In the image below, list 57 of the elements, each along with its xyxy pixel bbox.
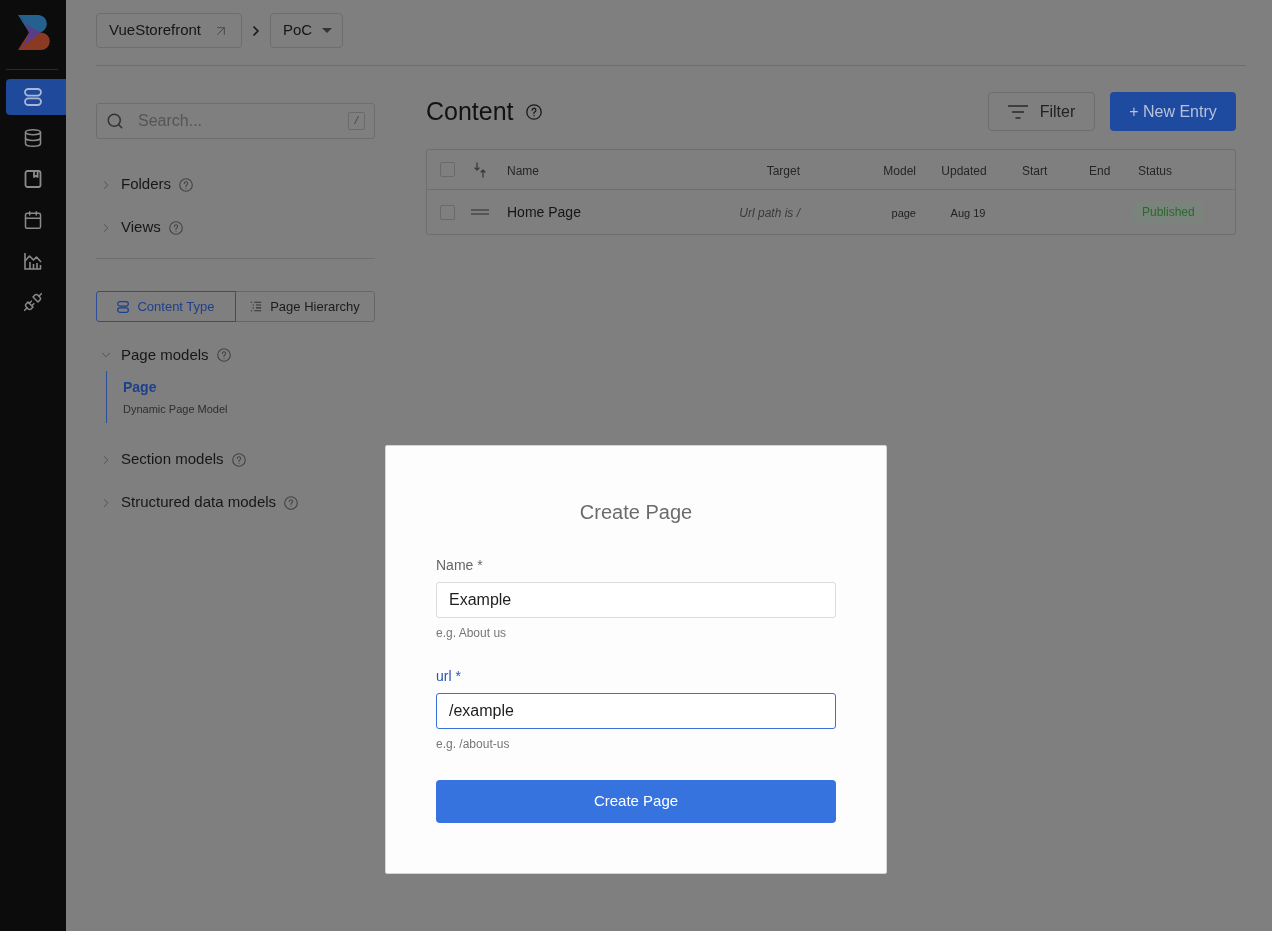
field-hint: e.g. /about-us — [436, 736, 511, 752]
create-page-button[interactable]: Create Page — [436, 780, 836, 823]
project-dropdown[interactable]: PoC — [270, 13, 344, 48]
stack-icon — [24, 88, 42, 106]
field-label: Name * — [436, 556, 484, 575]
field-hint: e.g. About us — [436, 625, 508, 641]
status-badge: Published — [1133, 201, 1204, 223]
view-toggle-tab[interactable]: Content Type — [96, 291, 236, 322]
logo-icon — [17, 15, 50, 50]
database-icon — [23, 128, 43, 148]
table-cell: Url path is / — [739, 206, 800, 220]
column-header[interactable]: Updated — [941, 163, 987, 178]
page-title: Content — [426, 95, 514, 127]
book-icon — [24, 170, 42, 188]
table-cell: Aug 19 — [950, 207, 986, 219]
column-header[interactable]: End — [1089, 163, 1111, 178]
stack-icon — [117, 300, 130, 313]
shortcut-key: / — [348, 112, 365, 130]
model-group-toggle[interactable]: Page models — [96, 343, 209, 367]
list-icon — [250, 301, 263, 312]
column-header[interactable]: Name — [507, 163, 539, 178]
model-name: Page — [123, 378, 158, 396]
help-icon — [179, 177, 194, 192]
model-group-toggle[interactable]: Structured data models — [96, 491, 277, 514]
drag-handle-icon[interactable] — [471, 209, 489, 215]
help-icon — [284, 495, 299, 510]
new-entry-button[interactable]: + New Entry — [1110, 92, 1236, 131]
section-toggle[interactable]: Folders — [96, 173, 172, 196]
breadcrumb-link[interactable]: VueStorefront — [96, 13, 242, 48]
help-icon — [216, 348, 231, 362]
filter-button[interactable]: Filter — [988, 92, 1095, 131]
help-icon — [231, 452, 246, 467]
dialog-title: Create Page — [578, 500, 694, 524]
search-icon — [106, 112, 124, 130]
column-header[interactable]: Model — [883, 163, 916, 178]
area-chart-icon — [24, 252, 42, 270]
table-cell: page — [891, 207, 916, 219]
column-header[interactable]: Target — [766, 163, 800, 178]
column-header[interactable]: Status — [1138, 163, 1173, 178]
nav-rail-item[interactable] — [6, 79, 66, 115]
calendar-icon — [23, 210, 43, 230]
model-item[interactable]: Page Dynamic Page Model — [106, 371, 375, 423]
help-icon — [525, 103, 542, 120]
section-toggle[interactable]: Views — [96, 216, 161, 239]
text-input[interactable]: /example — [436, 693, 836, 729]
filter-icon — [1007, 104, 1028, 119]
help-icon — [168, 220, 183, 235]
field-label: url * — [436, 667, 462, 686]
model-group-toggle[interactable]: Section models — [96, 448, 224, 471]
sort-icon — [474, 161, 486, 178]
plug-icon — [23, 292, 43, 312]
text-input[interactable]: Example — [436, 582, 836, 618]
caret-down-icon — [322, 28, 333, 33]
table-cell: Home Page — [507, 204, 581, 220]
model-description: Dynamic Page Model — [123, 402, 229, 417]
view-toggle-tab[interactable]: Page Hierarchy — [235, 291, 375, 322]
column-header[interactable]: Start — [1022, 163, 1048, 178]
